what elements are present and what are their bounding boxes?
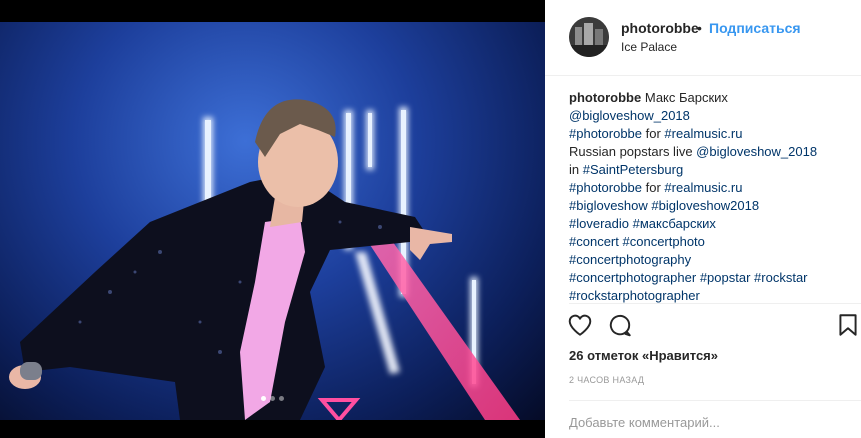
avatar[interactable] [569,17,609,57]
username-link[interactable]: photorobbe [621,20,699,36]
caption-line: @bigloveshow_2018 [569,107,854,125]
caption-line: #photorobbe for #realmusic.ru [569,125,854,143]
carousel-dot [279,396,284,401]
caption-line: #concert #concertphoto [569,233,854,251]
hashtag-link[interactable]: #rockstarphotographer [569,288,700,303]
comment-input[interactable] [569,413,849,431]
carousel-dot [261,396,266,401]
follow-button[interactable]: Подписаться [709,20,801,36]
caption-text: in [569,162,583,177]
hashtag-link[interactable]: #SaintPetersburg [583,162,683,177]
comment-icon[interactable] [607,312,633,338]
caption-line: #photorobbe for #realmusic.ru [569,179,854,197]
caption-username-link[interactable]: photorobbe [569,90,641,105]
hashtag-link[interactable]: #максбарских [633,216,716,231]
carousel-dot [270,396,275,401]
location-link[interactable]: Ice Palace [621,40,677,54]
heart-icon[interactable] [567,312,593,338]
hashtag-link[interactable]: #rockstar [754,270,807,285]
caption-line: Russian popstars live @bigloveshow_2018 [569,143,854,161]
hashtag-link[interactable]: #loveradio [569,216,629,231]
avatar-image [569,17,609,57]
mention-link[interactable]: @bigloveshow_2018 [696,144,817,159]
caption-line: #concertphotographer #popstar #rockstar [569,269,854,287]
caption-text: for [642,180,665,195]
caption-line: #loveradio #максбарских [569,215,854,233]
caption-line: in #SaintPetersburg [569,161,854,179]
hashtag-link[interactable]: #popstar [700,270,751,285]
carousel-indicator [0,388,545,406]
hashtag-link[interactable]: #photorobbe [569,126,642,141]
post-timestamp[interactable]: 2 часов назад [569,375,644,385]
hashtag-link[interactable]: #concertphotography [569,252,691,267]
caption-line: #bigloveshow #bigloveshow2018 [569,197,854,215]
hashtag-link[interactable]: #concert [569,234,619,249]
action-bar [567,312,861,340]
mention-link[interactable]: @bigloveshow_2018 [569,108,690,123]
hashtag-link[interactable]: #realmusic.ru [664,126,742,141]
hashtag-link[interactable]: #photorobbe [569,180,642,195]
post-photo[interactable] [0,22,545,420]
hashtag-link[interactable]: #concertphoto [623,234,705,249]
divider [569,400,861,401]
divider [569,303,861,304]
post-caption: photorobbe Макс Барских @bigloveshow_2018… [569,89,854,303]
caption-text: Russian popstars live [569,144,697,159]
post-details-panel: photorobbe • Подписаться Ice Palace phot… [545,0,861,438]
hashtag-link[interactable]: #bigloveshow2018 [651,198,759,213]
hashtag-link[interactable]: #concertphotographer [569,270,696,285]
likes-count[interactable]: 26 отметок «Нравится» [569,348,718,363]
caption-text: Макс Барских [644,90,728,105]
post-header: photorobbe • Подписаться Ice Palace [545,0,861,76]
caption-line: #concertphotography [569,251,854,269]
hashtag-link[interactable]: #realmusic.ru [664,180,742,195]
concert-scene [9,99,520,420]
bookmark-icon[interactable] [835,312,861,338]
caption-line: photorobbe Макс Барских [569,89,854,107]
hashtag-link[interactable]: #bigloveshow [569,198,648,213]
separator-dot: • [697,20,702,36]
caption-text: for [642,126,665,141]
caption-line: #rockstarphotographer [569,287,854,303]
